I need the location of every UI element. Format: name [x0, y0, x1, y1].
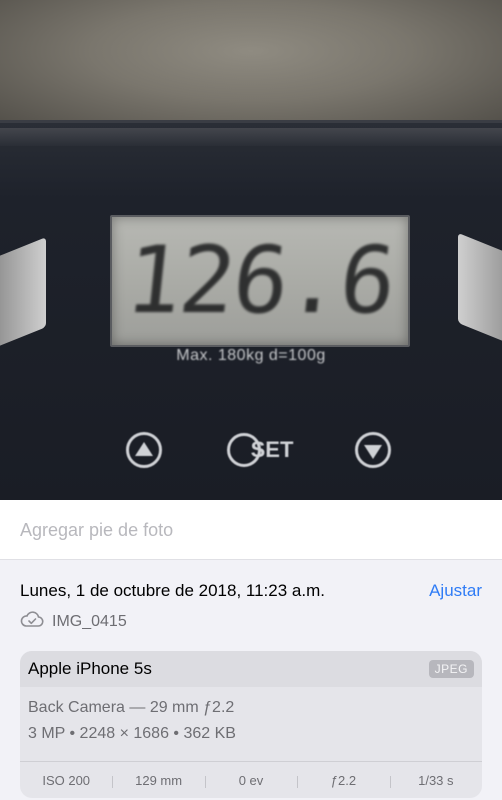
exif-exposure-value: 0 ev: [204, 773, 297, 788]
scale-spec-label: Max. 180kg d=100g: [176, 347, 326, 364]
exif-aperture: ƒ2.2: [297, 773, 389, 788]
scale-set-button: SET: [226, 432, 293, 468]
exif-iso: ISO 200: [42, 773, 91, 788]
scale-set-label: SET: [250, 437, 294, 462]
format-badge: JPEG: [428, 660, 474, 678]
scale-down-button: [355, 432, 391, 468]
camera-details: Back Camera — 29 mm ƒ2.2: [28, 699, 235, 716]
device-name: Apple iPhone 5s: [28, 659, 152, 678]
adjust-button[interactable]: Ajustar: [429, 581, 482, 601]
exif-shutter-speed: 1/33 s: [389, 773, 482, 788]
exif-focal-length: 129 mm: [112, 773, 204, 788]
caption-input[interactable]: [20, 520, 480, 541]
file-name: IMG_0415: [52, 612, 127, 630]
triangle-up-icon: [135, 441, 153, 456]
scale-reading: 126.6: [120, 227, 400, 334]
device-info-card: Apple iPhone 5s JPEG Back Camera — 29 mm…: [20, 651, 482, 798]
scale-edge: [0, 128, 502, 146]
scale-up-button: [126, 432, 162, 468]
photo[interactable]: 126.6 Max. 180kg d=100g SET: [0, 0, 502, 500]
photo-wall: [0, 0, 502, 128]
card-header: Apple iPhone 5s JPEG: [20, 651, 482, 687]
image-specs: 3 MP • 2248 × 1686 • 362 KB: [28, 725, 236, 742]
photo-date: Lunes, 1 de octubre de 2018, 11:23 a.m.: [20, 581, 325, 600]
triangle-down-icon: [364, 444, 382, 459]
file-row: IMG_0415: [20, 610, 127, 633]
exif-row: ISO 200 129 mm 0 ev ƒ2.2 1/33 s: [20, 761, 482, 798]
caption-section: [0, 500, 502, 560]
cloud-check-icon: [20, 610, 44, 633]
date-row: Lunes, 1 de octubre de 2018, 11:23 a.m. …: [20, 581, 482, 601]
scale-lcd-display: 126.6: [110, 215, 410, 347]
